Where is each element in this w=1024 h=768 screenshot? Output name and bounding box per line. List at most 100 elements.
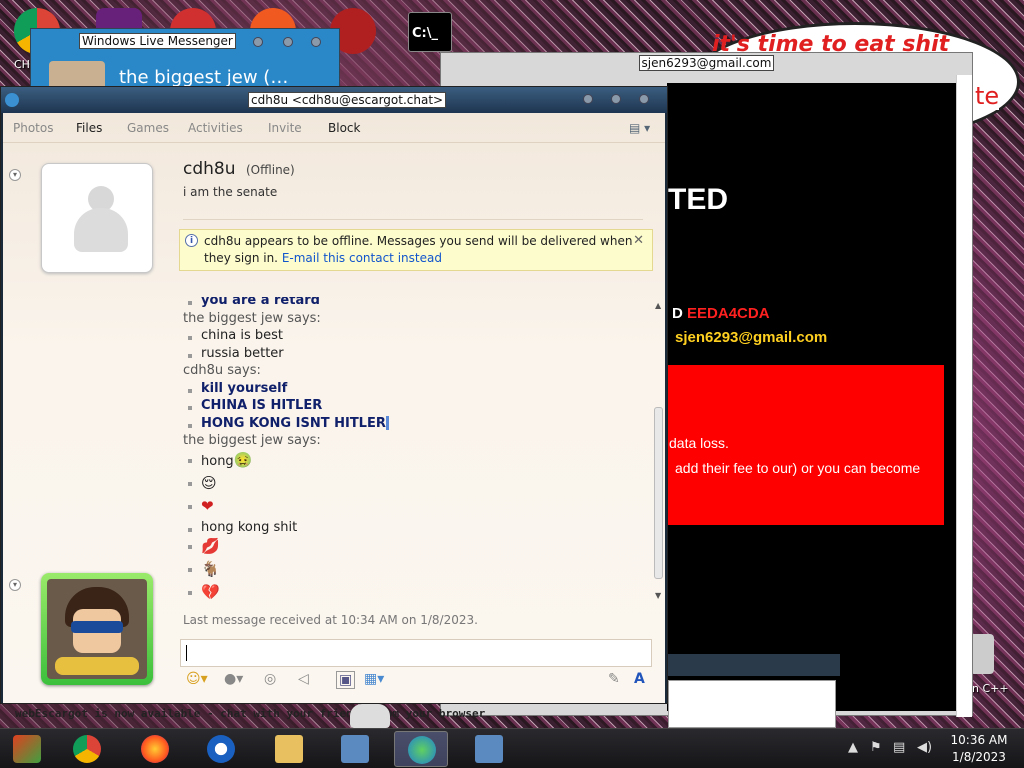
input-toolbar: ☺▾ ●▾ ◎ ◁ ▣ ▦▾ ✎ A [180,669,652,693]
minimize-button[interactable] [253,37,263,47]
close-button[interactable] [311,37,321,47]
message-text: hong kong shit [201,519,298,535]
close-button[interactable] [639,94,649,104]
menu-activities[interactable]: Activities [188,121,243,135]
ransom-text-line: data loss. [669,435,729,451]
contact-name: cdh8u [183,159,236,179]
scroll-up-icon[interactable]: ▲ [655,301,661,310]
taskbar-chrome[interactable] [60,731,114,767]
games-button-icon[interactable]: ▦▾ [364,671,384,687]
taskbar-firefox[interactable] [128,731,182,767]
maximize-button[interactable] [611,94,621,104]
taskbar-clock[interactable]: 10:36 AM 1/8/2023 [948,732,1010,766]
chat-menu-bar: Photos Files Games Activities Invite Blo… [3,113,665,143]
messenger-icon [408,736,436,764]
start-orb-icon [13,735,41,763]
recycle-bin-icon[interactable] [970,634,994,674]
start-button[interactable] [0,731,54,767]
windows-live-icon [207,735,235,763]
ransom-heading: TED [668,183,728,216]
offline-notice: i cdh8u appears to be offline. Messages … [179,229,653,271]
menu-invite[interactable]: Invite [268,121,302,135]
chat-window-title: cdh8u <cdh8u@escargot.chat> [248,92,447,108]
broken-heart-emoticon-icon: 💔 [201,583,220,601]
message-input[interactable] [180,639,652,667]
ransom-id-prefix: D [672,305,683,322]
font-icon[interactable]: A [634,671,645,687]
firefox-icon [141,735,169,763]
message-text: the biggest jew says: [183,310,321,326]
ransom-scrollbar[interactable] [956,75,972,717]
maximize-button[interactable] [283,37,293,47]
options-menu-icon[interactable]: ▤ ▾ [629,121,650,135]
message-line: CHINA IS HITLER [183,398,322,413]
sick-emoticon-icon: 🤢 [233,450,253,469]
close-icon[interactable]: ✕ [633,233,644,248]
messenger-window-title: Windows Live Messenger [79,33,236,49]
action-center-flag-icon[interactable]: ⚑ [870,740,882,755]
nudge-button-icon[interactable]: ◎ [264,671,276,687]
message-text: cdh8u says: [183,363,261,378]
messenger-display-name[interactable]: the biggest jew (… [119,67,288,88]
wink-button-icon[interactable]: ●▾ [224,671,243,687]
message-text: hong [201,453,234,469]
message-line: 😌 [183,474,217,492]
email-contact-link[interactable]: E-mail this contact instead [282,251,442,265]
message-line: you are a retard [183,297,320,308]
taskbar: ▲ ⚑ ▤ ◀) 10:36 AM 1/8/2023 [0,728,1024,768]
background-button-icon[interactable]: ▣ [336,671,356,689]
conversation-scrollbar[interactable]: ▲ ▼ [653,301,665,601]
scrollbar-thumb[interactable] [654,407,663,579]
menu-block[interactable]: Block [328,121,360,135]
ransom-red-box: data loss. add their fee to our) or you … [667,365,944,525]
taskbar-installer[interactable] [328,731,382,767]
desktop-icon-label: CH [14,58,30,71]
taskbar-installer-2[interactable] [462,731,516,767]
chat-body: Photos Files Games Activities Invite Blo… [3,113,665,720]
message-line: hong🤢 [183,451,252,469]
taskbar-messenger[interactable] [394,731,448,767]
emoticon-button-icon[interactable]: ☺▾ [186,671,208,687]
ransom-window-titlebar[interactable]: sjen6293@gmail.com [441,53,972,75]
scroll-down-icon[interactable]: ▼ [655,591,661,600]
chat-titlebar[interactable]: cdh8u <cdh8u@escargot.chat> [1,87,667,113]
voice-clip-icon[interactable]: ◁ [298,671,309,687]
menu-photos[interactable]: Photos [13,121,53,135]
background-window-strip[interactable] [668,654,840,676]
chat-window[interactable]: cdh8u <cdh8u@escargot.chat> Photos Files… [0,86,668,720]
message-line: china is best [183,328,283,343]
chrome-icon [73,735,101,763]
message-line: ❤ [183,497,214,515]
offline-notice-line2: they sign in. E-mail this contact instea… [204,251,442,265]
offline-notice-text: cdh8u appears to be offline. Messages yo… [204,234,633,248]
taskbar-windows-live[interactable] [194,731,248,767]
message-line: 🐐 [183,560,220,578]
collapse-contact-icon[interactable]: ▾ [9,169,21,181]
messenger-logo-icon [5,93,19,107]
ransom-text-line: add their fee to our) or you can become [675,460,921,476]
status-line: webEscargot is now available - chat with… [15,707,486,720]
ransom-window-title: sjen6293@gmail.com [638,55,775,71]
background-window-panel[interactable] [668,680,836,728]
lips-emoticon-icon: 💋 [201,537,220,555]
menu-games[interactable]: Games [127,121,169,135]
volume-icon[interactable]: ◀) [917,740,932,755]
my-avatar[interactable] [41,573,153,685]
ransom-id-code: EEDA4CDA [687,305,770,322]
goat-emoticon-icon: 🐐 [201,560,220,578]
clock-date: 1/8/2023 [952,750,1006,764]
my-avatar-picture [47,579,147,679]
heart-emoticon-icon: ❤ [201,496,214,515]
collapse-self-icon[interactable]: ▾ [9,579,21,591]
network-icon[interactable]: ▤ [893,740,905,755]
message-text: you are a retard [201,297,320,308]
show-hidden-icons-icon[interactable]: ▲ [848,740,858,755]
desktop-icon-label: n C++ [972,682,1009,695]
contact-avatar[interactable] [41,163,153,273]
minimize-button[interactable] [583,94,593,104]
ransom-id-line: D EEDA4CDA [672,305,770,322]
handwriting-icon[interactable]: ✎ [608,671,620,687]
message-text: russia better [201,345,284,361]
taskbar-file-explorer[interactable] [262,731,316,767]
menu-files[interactable]: Files [76,121,102,135]
